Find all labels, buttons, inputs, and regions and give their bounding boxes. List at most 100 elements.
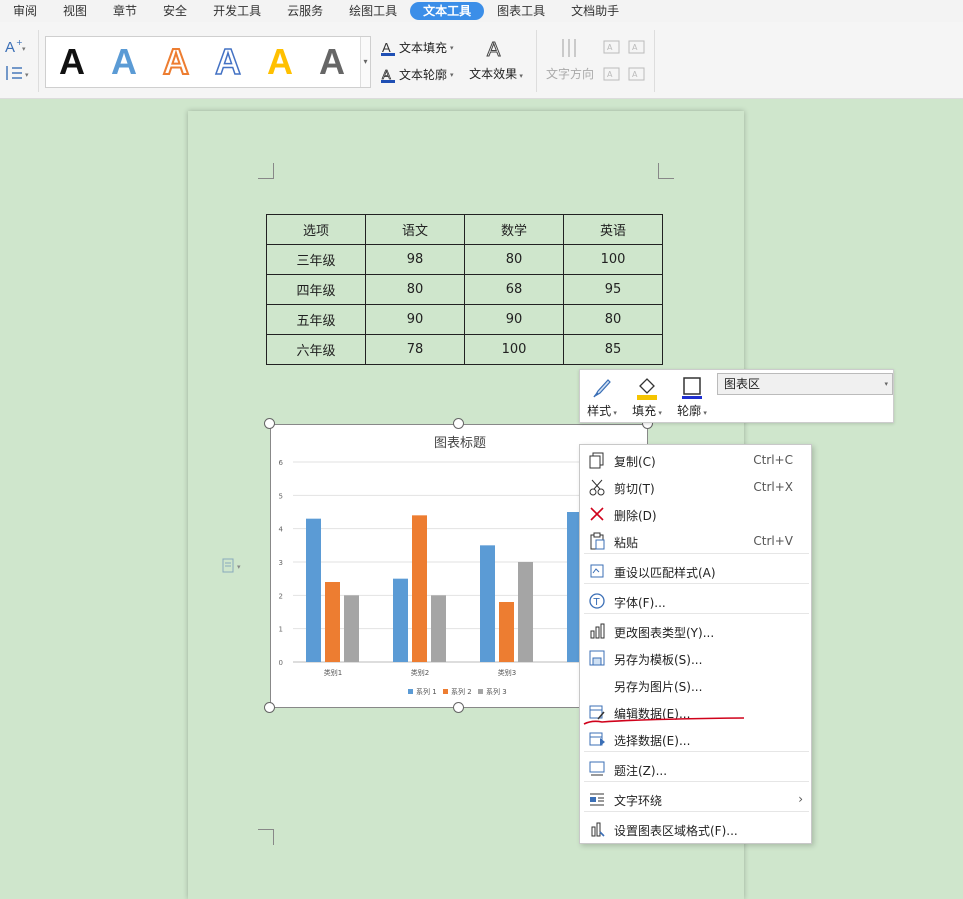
text-size-icon[interactable]: A + ▾ [4, 38, 30, 59]
menu-item-2[interactable]: 删除(D) [580, 501, 811, 527]
chart-element-select[interactable]: 图表区 ▾ [717, 373, 893, 395]
table-row: 四年级 80 68 95 [266, 274, 663, 305]
wordart-style-5[interactable]: A [254, 36, 306, 88]
table-cell[interactable]: 100 [563, 244, 663, 275]
tab-7[interactable]: 文本工具 [410, 2, 485, 20]
tab-1[interactable]: 视图 [50, 2, 100, 20]
wordart-style-6[interactable]: A [306, 36, 358, 88]
table-cell[interactable]: 三年级 [266, 244, 366, 275]
text-effect-button[interactable]: A 文本效果 ▾ [466, 36, 526, 82]
text-direction-button[interactable]: 文字方向 [544, 36, 596, 82]
table-cell[interactable]: 90 [464, 304, 564, 335]
tab-8[interactable]: 图表工具 [484, 2, 558, 20]
tab-2[interactable]: 章节 [100, 2, 150, 20]
table-cell[interactable]: 五年级 [266, 304, 366, 335]
wordart-style-3[interactable]: A [150, 36, 202, 88]
table-row: 三年级 98 80 100 [266, 244, 663, 275]
margin-corner-bl [258, 829, 274, 845]
table-cell[interactable]: 95 [563, 274, 663, 305]
svg-text:A: A [607, 43, 613, 52]
table-cell[interactable]: 68 [464, 274, 564, 305]
score-table: 选项 语文 数学 英语 三年级 98 80 100 四年级 80 68 95 五年级 90 90 80 六年级 7… [266, 214, 663, 365]
wordart-style-1[interactable]: A [46, 36, 98, 88]
table-cell[interactable]: 100 [464, 334, 564, 365]
gallery-expand-button[interactable]: ▾ [360, 37, 370, 87]
chart-fill-label: 填充 [632, 404, 657, 418]
menu-item-13[interactable]: 设置图表区域格式(F)... [580, 816, 811, 842]
layout-options-icon[interactable]: ▾ [221, 558, 245, 577]
menu-item-11[interactable]: 题注(Z)... [580, 756, 811, 782]
text-align-bottom-icon[interactable]: A [603, 66, 621, 85]
caption-icon [588, 760, 606, 778]
bar [344, 595, 359, 662]
text-effect-icon: A [487, 39, 502, 62]
resize-handle-bottom[interactable] [453, 702, 464, 713]
table-header-cell[interactable]: 语文 [365, 214, 465, 245]
text-box-link-icon[interactable]: A [628, 66, 646, 85]
menu-item-shortcut: Ctrl+V [753, 534, 793, 548]
menu-item-label: 另存为模板(S)... [614, 653, 703, 667]
y-tick-label: 5 [279, 492, 283, 500]
menu-item-10[interactable]: 选择数据(E)... [580, 726, 811, 752]
table-header-cell[interactable]: 数学 [464, 214, 564, 245]
resize-handle-tl[interactable] [264, 418, 275, 429]
text-effect-label: 文本效果 [469, 67, 518, 81]
wordart-style-2[interactable]: A [98, 36, 150, 88]
x-category-label: 类别1 [324, 668, 342, 677]
resize-handle-top[interactable] [453, 418, 464, 429]
table-cell[interactable]: 98 [365, 244, 465, 275]
table-cell[interactable]: 90 [365, 304, 465, 335]
tab-9[interactable]: 文档助手 [558, 2, 632, 20]
menu-item-7[interactable]: 另存为模板(S)... [580, 645, 811, 671]
menu-item-4[interactable]: 重设以匹配样式(A) [580, 558, 811, 584]
menu-item-label: 粘贴 [614, 536, 639, 550]
wordart-style-4[interactable]: A [202, 36, 254, 88]
chart-style-button[interactable]: 样式 ▾ [582, 374, 622, 419]
table-cell[interactable]: 78 [365, 334, 465, 365]
menu-item-8[interactable]: 另存为图片(S)... [580, 672, 811, 698]
table-cell[interactable]: 80 [563, 304, 663, 335]
tab-3[interactable]: 安全 [150, 2, 200, 20]
table-header-row: 选项 语文 数学 英语 [266, 214, 663, 245]
menu-item-0[interactable]: 复制(C) Ctrl+C [580, 447, 811, 473]
table-cell[interactable]: 四年级 [266, 274, 366, 305]
chart-type-icon [588, 622, 606, 640]
bar [306, 518, 321, 662]
chart-outline-button[interactable]: 轮廓 ▾ [672, 374, 712, 419]
chart-fill-button[interactable]: 填充 ▾ [627, 374, 667, 419]
text-align-top-icon[interactable]: A [603, 39, 621, 58]
bar [393, 578, 408, 662]
tab-0[interactable]: 审阅 [0, 2, 50, 20]
line-spacing-icon[interactable]: ▾ [4, 64, 32, 85]
table-header-cell[interactable]: 英语 [563, 214, 663, 245]
ribbon: A + ▾ ▾ A A A A A A ▾ A 文本填充 ▾ A 文本轮廓 ▾ A 文本效果 ▾ 文… [0, 22, 963, 99]
menu-item-3[interactable]: 粘贴 Ctrl+V [580, 528, 811, 554]
table-cell[interactable]: 85 [563, 334, 663, 365]
bar [499, 602, 514, 662]
table-cell[interactable]: 80 [464, 244, 564, 275]
resize-handle-bl[interactable] [264, 702, 275, 713]
menu-item-12[interactable]: 文字环绕 › [580, 786, 811, 812]
menu-item-label: 题注(Z)... [614, 764, 668, 778]
legend-swatch [443, 689, 448, 694]
menu-item-shortcut: Ctrl+X [753, 480, 793, 494]
y-tick-label: 4 [279, 526, 284, 534]
svg-text:A: A [487, 39, 501, 61]
table-cell[interactable]: 六年级 [266, 334, 366, 365]
table-header-cell[interactable]: 选项 [266, 214, 366, 245]
menu-separator [584, 811, 809, 812]
margin-corner-tl [258, 163, 274, 179]
menu-item-5[interactable]: T 字体(F)... [580, 588, 811, 614]
tab-6[interactable]: 绘图工具 [336, 2, 410, 20]
menu-item-6[interactable]: 更改图表类型(Y)... [580, 618, 811, 644]
text-outline-button[interactable]: A 文本轮廓 ▾ [380, 66, 454, 83]
menu-item-1[interactable]: 剪切(T) Ctrl+X [580, 474, 811, 500]
tab-5[interactable]: 云服务 [274, 2, 336, 20]
text-fill-button[interactable]: A 文本填充 ▾ [380, 39, 454, 56]
table-cell[interactable]: 80 [365, 274, 465, 305]
margin-corner-tr [658, 163, 674, 179]
text-align-mid-icon[interactable]: A [628, 39, 646, 58]
x-category-label: 类别2 [411, 668, 429, 677]
menu-separator [584, 751, 809, 752]
tab-4[interactable]: 开发工具 [200, 2, 274, 20]
